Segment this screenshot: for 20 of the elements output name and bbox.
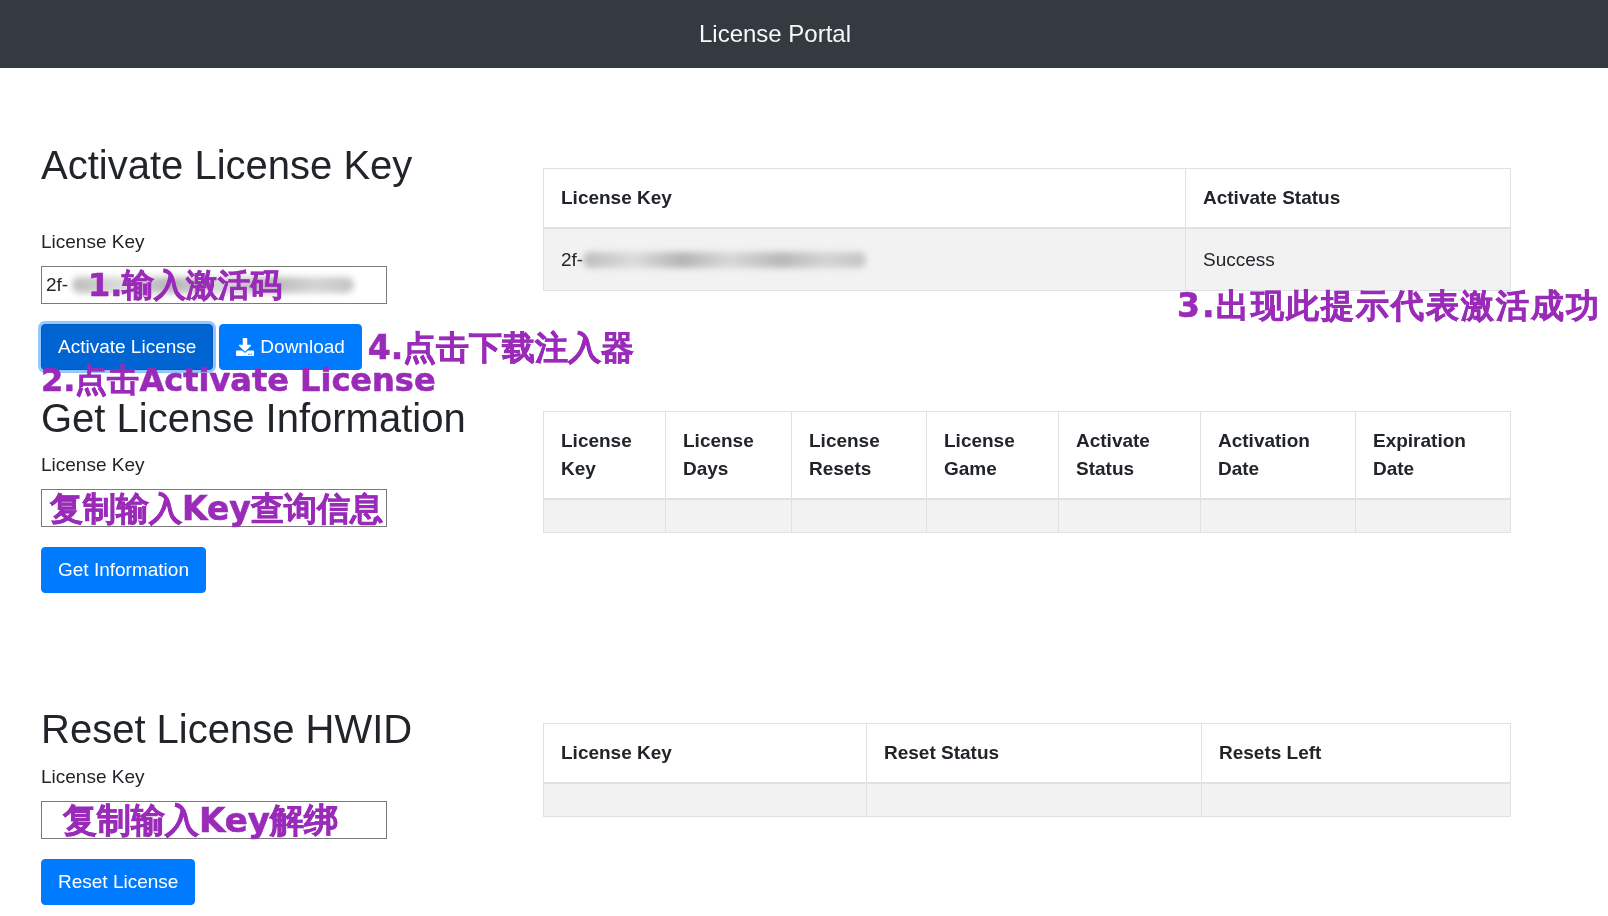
action-button[interactable]: Reset License xyxy=(41,859,196,905)
annotation-text: 3.出现此提示代表激活成功 xyxy=(1177,289,1602,322)
table-cell-text: 2f- xyxy=(561,249,584,270)
annotation-text: 1.输入激活码 xyxy=(88,269,283,301)
download-icon xyxy=(236,338,255,356)
section-heading: Get License Information xyxy=(41,396,466,442)
annotation-text: 4.点击下载注入器 xyxy=(367,330,635,364)
section-heading: Reset License HWID xyxy=(41,706,413,753)
license-key-input[interactable]: 复制输入Key查询信息 xyxy=(41,489,387,527)
section-heading: Activate License Key xyxy=(41,142,413,189)
table-cell-text: Success xyxy=(1203,249,1275,270)
license-key-input[interactable]: 复制输入Key解绑 xyxy=(41,801,387,839)
action-button[interactable]: Get Information xyxy=(41,547,206,593)
field-label: License Key xyxy=(41,230,145,254)
annotation-text: 复制输入Key解绑 xyxy=(63,803,338,837)
license-key-input[interactable]: 2f- 1.输入激活码 xyxy=(41,266,387,304)
annotation-text: 复制输入Key查询信息 xyxy=(50,492,383,525)
field-label: License Key xyxy=(41,453,145,477)
navbar-title: License Portal xyxy=(698,19,852,49)
field-label: License Key xyxy=(41,765,145,789)
